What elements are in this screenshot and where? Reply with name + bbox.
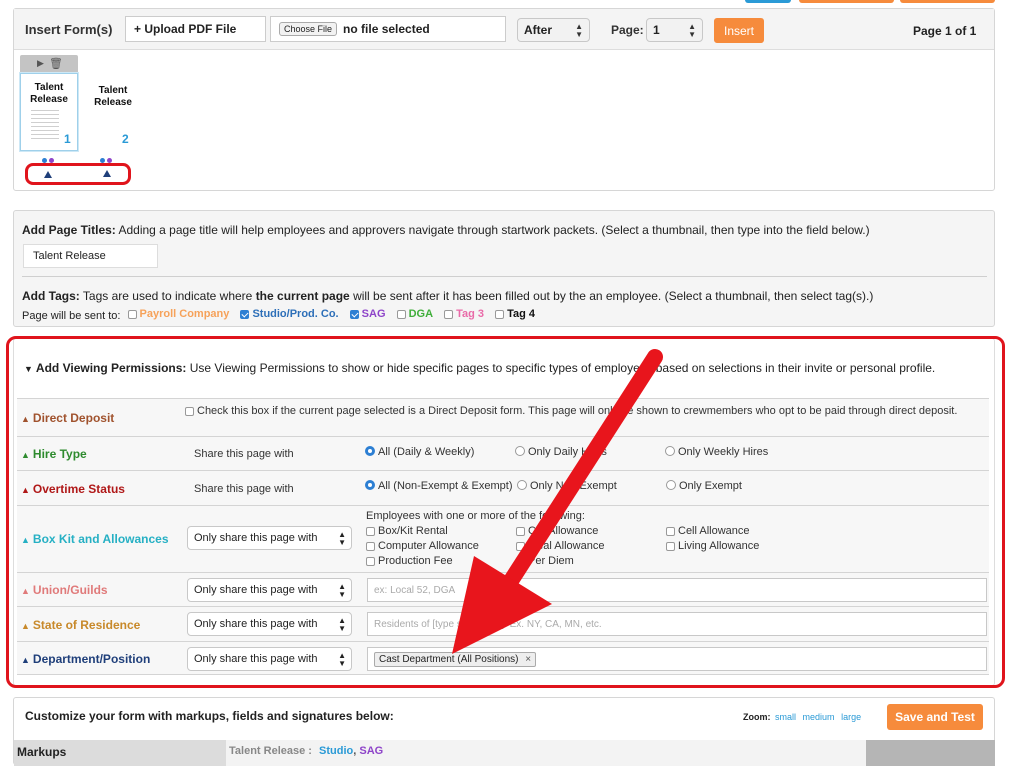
doc-tag-sep: ,	[353, 745, 357, 757]
arrow-shaft	[497, 349, 663, 598]
zoom-controls: Zoom: small medium large	[743, 712, 861, 722]
markups-header: Markups	[14, 740, 226, 766]
customize-panel: Customize your form with markups, fields…	[13, 697, 995, 766]
doc-tag-sag: SAG	[359, 745, 384, 757]
zoom-small[interactable]: small	[775, 712, 796, 722]
doc-tag-studio: Studio	[319, 745, 354, 757]
markups-label: Markups	[17, 745, 67, 759]
right-gray-area	[866, 740, 995, 766]
customize-text: Customize your form with markups, fields…	[25, 709, 394, 723]
document-header: Talent Release : Studio, SAG	[226, 740, 866, 766]
zoom-large[interactable]: large	[841, 712, 861, 722]
doc-title: Talent Release :	[229, 745, 312, 757]
annotation-arrow	[452, 349, 663, 654]
zoom-label: Zoom:	[743, 712, 771, 722]
save-and-test-button[interactable]: Save and Test	[887, 704, 983, 730]
zoom-medium[interactable]: medium	[803, 712, 835, 722]
arrow-head	[452, 556, 552, 654]
